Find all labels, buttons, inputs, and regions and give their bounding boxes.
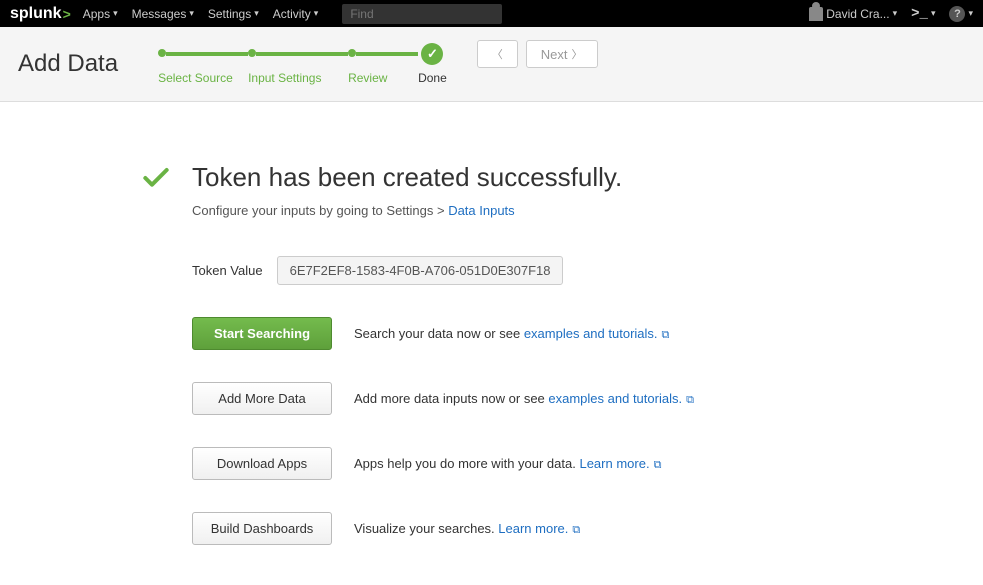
back-button[interactable]: 〈 xyxy=(477,40,518,68)
main-content: Token has been created successfully. Con… xyxy=(0,102,900,585)
chevron-down-icon: ▾ xyxy=(113,8,118,19)
help-icon: ? xyxy=(949,6,965,22)
wizard-dot-icon xyxy=(158,49,166,57)
external-link-icon: ⧉ xyxy=(686,394,694,406)
wizard-step-review[interactable]: Review xyxy=(348,71,387,85)
build-dashboards-desc: Visualize your searches. Learn more.⧉ xyxy=(354,521,580,537)
chevron-down-icon: ▾ xyxy=(254,8,259,19)
token-value[interactable]: 6E7F2EF8-1583-4F0B-A706-051D0E307F18 xyxy=(277,256,564,285)
wizard-step-input-settings[interactable]: Input Settings xyxy=(248,71,321,85)
chevron-left-icon: 〈 xyxy=(492,46,503,62)
chevron-down-icon: ▾ xyxy=(189,8,194,19)
download-apps-button[interactable]: Download Apps xyxy=(192,447,332,480)
help-menu[interactable]: ?▾ xyxy=(949,6,973,22)
wizard: Select Source Input Settings Review ✓ Do… xyxy=(158,43,447,85)
add-more-data-desc: Add more data inputs now or see examples… xyxy=(354,391,694,407)
learn-more-link[interactable]: Learn more. xyxy=(498,521,568,536)
brand-logo[interactable]: splunk> xyxy=(10,5,71,23)
learn-more-link[interactable]: Learn more. xyxy=(579,456,649,471)
nav-right: David Cra...▾ >_▾ ?▾ xyxy=(809,6,973,22)
prompt-icon: >_ xyxy=(911,6,928,22)
download-apps-desc: Apps help you do more with your data. Le… xyxy=(354,456,661,472)
examples-link[interactable]: examples and tutorials. xyxy=(524,326,658,341)
token-row: Token Value 6E7F2EF8-1583-4F0B-A706-051D… xyxy=(192,256,900,285)
wizard-dot-icon xyxy=(248,49,256,57)
wizard-step-done: Done xyxy=(418,71,447,85)
chevron-down-icon: ▾ xyxy=(893,8,898,19)
nav-settings[interactable]: Settings▾ xyxy=(208,7,259,21)
wizard-done-check-icon: ✓ xyxy=(421,43,443,65)
chevron-down-icon: ▾ xyxy=(931,8,936,19)
success-check-icon xyxy=(140,162,172,197)
nav-messages[interactable]: Messages▾ xyxy=(132,7,194,21)
wizard-dot-icon xyxy=(348,49,356,57)
success-subtext: Configure your inputs by going to Settin… xyxy=(192,203,622,218)
prompt-menu[interactable]: >_▾ xyxy=(911,6,935,22)
add-more-data-button[interactable]: Add More Data xyxy=(192,382,332,415)
build-dashboards-button[interactable]: Build Dashboards xyxy=(192,512,332,545)
chevron-down-icon: ▾ xyxy=(314,8,319,19)
user-icon xyxy=(809,7,823,21)
examples-link[interactable]: examples and tutorials. xyxy=(548,391,682,406)
external-link-icon: ⧉ xyxy=(662,329,670,341)
chevron-down-icon: ▾ xyxy=(968,8,973,19)
search-input[interactable] xyxy=(342,4,502,24)
start-searching-button[interactable]: Start Searching xyxy=(192,317,332,350)
success-heading: Token has been created successfully. xyxy=(192,162,622,193)
wizard-step-select-source[interactable]: Select Source xyxy=(158,71,233,85)
nav-activity[interactable]: Activity▾ xyxy=(273,7,319,21)
start-searching-desc: Search your data now or see examples and… xyxy=(354,326,669,342)
external-link-icon: ⧉ xyxy=(654,459,662,471)
chevron-right-icon: 〉 xyxy=(572,46,583,62)
nav-menu: Apps▾ Messages▾ Settings▾ Activity▾ xyxy=(83,4,503,24)
next-button[interactable]: Next〉 xyxy=(526,40,598,68)
external-link-icon: ⧉ xyxy=(572,524,580,536)
subheader: Add Data Select Source Input Settings Re… xyxy=(0,27,983,102)
top-nav: splunk> Apps▾ Messages▾ Settings▾ Activi… xyxy=(0,0,983,27)
user-menu[interactable]: David Cra...▾ xyxy=(809,7,897,21)
token-label: Token Value xyxy=(192,263,263,278)
nav-apps[interactable]: Apps▾ xyxy=(83,7,118,21)
data-inputs-link[interactable]: Data Inputs xyxy=(448,203,515,218)
brand-caret-icon: > xyxy=(63,6,71,22)
page-title: Add Data xyxy=(18,50,118,78)
